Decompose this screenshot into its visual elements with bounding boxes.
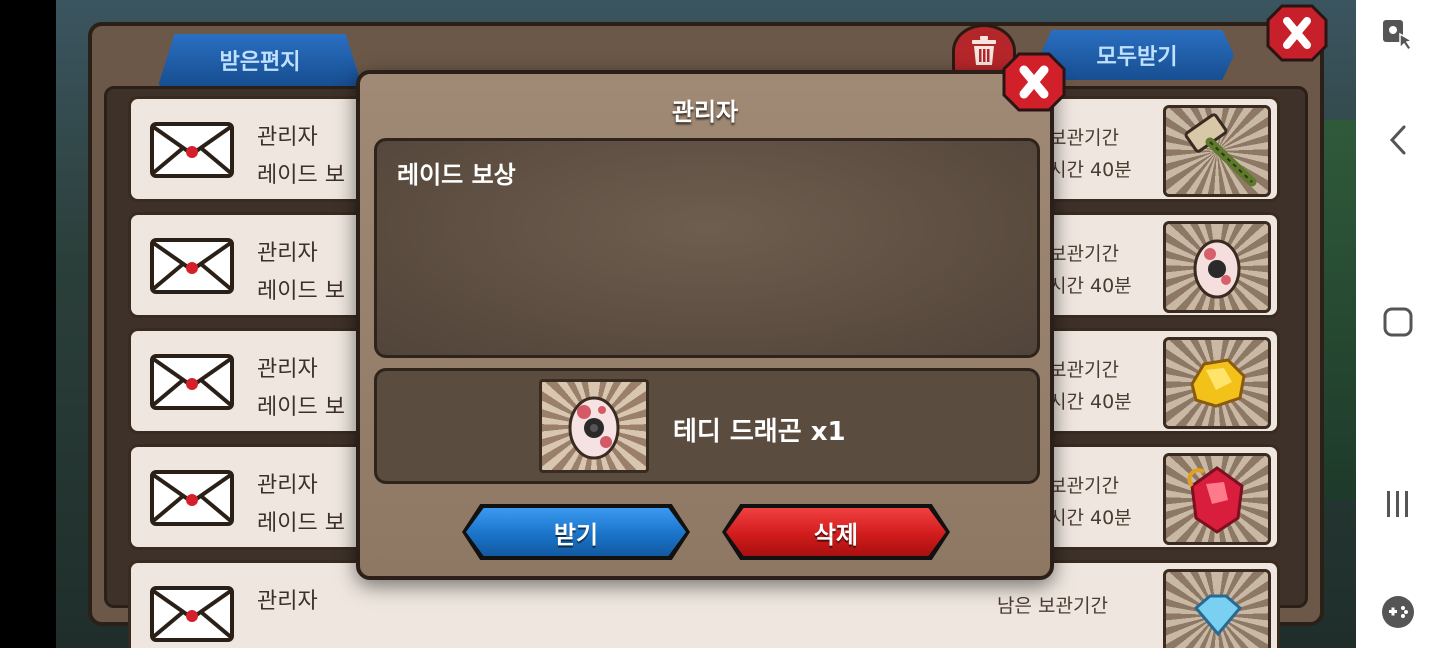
delete-button-label: 삭제 (813, 520, 859, 549)
game-screen: 받은편지 모두받기 관리자 레이드 보 보관기간 시간 40분 관리자 레이드 … (0, 0, 1356, 648)
close-icon (1002, 52, 1066, 112)
screen-pin-button[interactable] (1378, 14, 1418, 54)
reward-text: 테디 드래곤 x1 (673, 417, 846, 447)
home-button[interactable] (1378, 302, 1418, 342)
reward-box: 테디 드래곤 x1 (374, 368, 1040, 484)
back-chevron-icon (1389, 125, 1406, 155)
message-box: 레이드 보상 (374, 138, 1040, 358)
gamepad-icon (1382, 596, 1414, 628)
teddy-dragon-egg-icon (539, 379, 649, 473)
mail-detail-modal: 관리자 레이드 보상 테디 드래곤 x1 받기 삭제 (356, 70, 1054, 580)
back-button[interactable] (1378, 120, 1418, 160)
touch-lock-icon (1383, 20, 1415, 52)
receive-button-label: 받기 (553, 520, 599, 549)
modal-title: 관리자 (671, 98, 739, 126)
message-text: 레이드 보상 (397, 161, 516, 189)
modal-close-button[interactable] (1002, 52, 1066, 112)
receive-button[interactable]: 받기 (462, 504, 690, 560)
home-square-icon (1383, 307, 1413, 337)
system-navigation-bar (1356, 0, 1440, 648)
left-letterbox (0, 0, 56, 648)
recents-icon (1387, 491, 1408, 517)
delete-button[interactable]: 삭제 (722, 504, 950, 560)
game-tools-button[interactable] (1378, 592, 1418, 632)
recents-button[interactable] (1378, 484, 1418, 524)
